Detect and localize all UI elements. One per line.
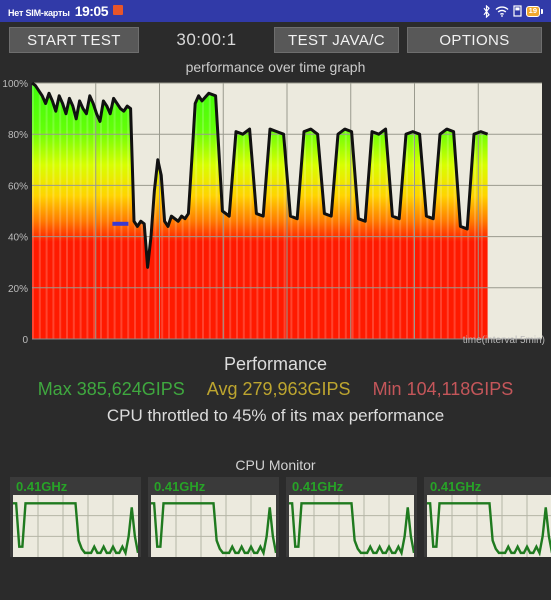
min-gips-value: Min 104,118GIPS bbox=[372, 379, 514, 399]
test-java-c-button[interactable]: TEST JAVA/C bbox=[274, 27, 399, 53]
cpu-monitor: CPU Monitor 0.41GHz 0.41GHz 0.41GHz 0.41… bbox=[0, 455, 551, 557]
svg-text:0: 0 bbox=[22, 335, 28, 345]
performance-summary: Performance Max 385,624GIPS Avg 279,963G… bbox=[0, 348, 551, 429]
svg-text:80%: 80% bbox=[8, 130, 28, 141]
cpu-core-panel[interactable]: 0.41GHz bbox=[148, 477, 279, 557]
cpu-core-frequency: 0.41GHz bbox=[430, 479, 482, 494]
avg-gips-value: Avg 279,963GIPS bbox=[206, 379, 351, 399]
svg-text:40%: 40% bbox=[8, 233, 28, 244]
options-button[interactable]: OPTIONS bbox=[407, 27, 542, 53]
cpu-core-frequency: 0.41GHz bbox=[16, 479, 68, 494]
status-bar-left: Нет SIM-карты 19:05 bbox=[8, 3, 123, 19]
cpu-core-panel[interactable]: 0.41GHz bbox=[286, 477, 417, 557]
throttle-message: CPU throttled to 45% of its max performa… bbox=[106, 406, 445, 425]
battery-level-label: 19 bbox=[528, 6, 537, 16]
performance-values: Max 385,624GIPS Avg 279,963GIPS Min 104,… bbox=[0, 376, 551, 403]
cpu-core-chart bbox=[151, 495, 276, 557]
status-bar-right: 19 bbox=[482, 4, 543, 18]
cpu-core-frequency: 0.41GHz bbox=[154, 479, 206, 494]
max-gips-value: Max 385,624GIPS bbox=[37, 379, 185, 399]
status-bar: Нет SIM-карты 19:05 19 bbox=[0, 0, 551, 22]
svg-text:60%: 60% bbox=[8, 181, 28, 192]
graph-title: performance over time graph bbox=[185, 59, 366, 75]
svg-text:100%: 100% bbox=[2, 79, 28, 90]
wifi-icon bbox=[495, 6, 509, 17]
timer-display: 30:00:1 bbox=[176, 30, 237, 49]
start-test-button[interactable]: START TEST bbox=[9, 27, 139, 53]
svg-text:20%: 20% bbox=[8, 284, 28, 295]
cpu-core-frequency: 0.41GHz bbox=[292, 479, 344, 494]
signal-icon bbox=[513, 5, 522, 17]
cpu-monitor-heading: CPU Monitor bbox=[235, 457, 316, 473]
bluetooth-icon bbox=[483, 4, 490, 18]
cpu-core-chart bbox=[427, 495, 551, 557]
cpu-core-panel[interactable]: 0.41GHz bbox=[10, 477, 141, 557]
carrier-label: Нет SIM-карты bbox=[8, 8, 70, 18]
cpu-core-chart bbox=[13, 495, 138, 557]
graph-xaxis-label: time(interval 5min) bbox=[462, 335, 545, 346]
performance-heading: Performance bbox=[223, 354, 328, 374]
cpu-core-panel[interactable]: 0.41GHz bbox=[424, 477, 551, 557]
cpu-core-chart bbox=[289, 495, 414, 557]
alarm-icon bbox=[113, 5, 123, 15]
battery-icon: 19 bbox=[525, 5, 543, 17]
toolbar: START TEST 30:00:1 TEST JAVA/C OPTIONS bbox=[0, 22, 551, 58]
clock-label: 19:05 bbox=[74, 3, 109, 19]
graph-canvas[interactable]: 0 20% 40% 60% 80% 100% bbox=[0, 77, 551, 345]
cpu-core-panels: 0.41GHz 0.41GHz 0.41GHz 0.41GHz bbox=[0, 477, 551, 557]
performance-graph[interactable]: performance over time graph 0 20% 40% 60% 80… bbox=[0, 58, 551, 348]
